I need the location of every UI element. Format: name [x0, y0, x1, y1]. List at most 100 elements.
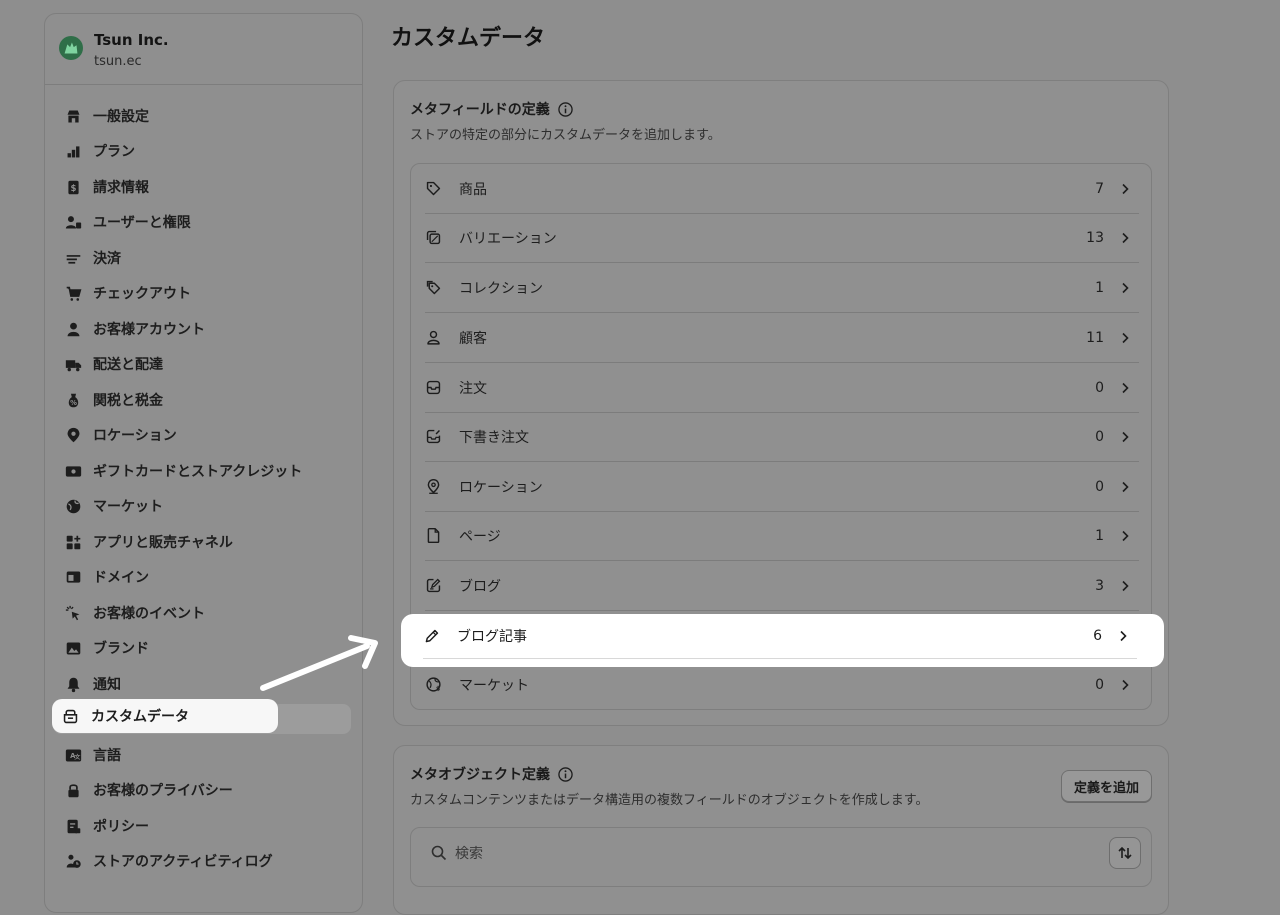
sidebar-item-payments[interactable]: 決済 [53, 243, 351, 273]
person-icon [64, 320, 82, 338]
search-placeholder: 検索 [455, 846, 483, 862]
blog-icon [425, 577, 443, 595]
variant-icon [425, 229, 443, 247]
sidebar-item-checkout[interactable]: チェックアウト [53, 278, 351, 308]
metafield-row-count: 11 [1086, 329, 1104, 346]
metafield-row-count: 13 [1086, 229, 1104, 246]
metafield-row-count: 6 [1093, 628, 1102, 644]
search-input[interactable]: 検索 [431, 843, 483, 863]
brand-icon [64, 639, 82, 657]
pencil-icon [423, 627, 441, 645]
metafield-row-label: ブログ記事 [457, 629, 527, 645]
policy-icon [64, 817, 82, 835]
sidebar-item-apps[interactable]: アプリと販売チャネル [53, 527, 351, 557]
metaobject-search: 検索 [410, 827, 1152, 887]
language-icon: A文 [64, 746, 82, 764]
sidebar-item-languages[interactable]: A文 言語 [53, 740, 351, 770]
search-icon [431, 845, 447, 861]
users-icon [64, 213, 82, 231]
sort-button[interactable] [1109, 837, 1141, 869]
sidebar-item-plan[interactable]: プラン [53, 136, 351, 166]
chevron-right-icon [1122, 481, 1129, 492]
sidebar-item-label: ロケーション [93, 428, 177, 444]
chevron-right-icon [1122, 232, 1129, 243]
metafield-row-label: 顧客 [459, 330, 487, 347]
sidebar-item-custom-data-highlight[interactable]: カスタムデータ [52, 699, 278, 733]
sidebar-item-customer-events[interactable]: お客様のイベント [53, 598, 351, 628]
metafield-row-pages[interactable]: ページ 1 [425, 511, 1139, 561]
sidebar-item-label: 関税と税金 [93, 393, 163, 409]
metaobjects-title-text: メタオブジェクト定義 [410, 767, 550, 783]
metafield-row-blog-posts[interactable]: ブログ記事 6 [401, 614, 1164, 667]
sidebar-item-privacy[interactable]: お客様のプライバシー [53, 775, 351, 805]
metafield-row-draft-orders[interactable]: 下書き注文 0 [425, 412, 1139, 462]
sort-icon [1118, 846, 1132, 860]
bell-icon [64, 675, 82, 693]
info-icon[interactable] [558, 101, 573, 117]
truck-icon [64, 355, 82, 373]
sidebar-item-customer-accounts[interactable]: お客様アカウント [53, 314, 351, 344]
store-logo-icon [59, 36, 83, 60]
globe-icon [64, 497, 82, 515]
metafield-row-count: 0 [1095, 478, 1104, 495]
store-name: Tsun Inc. [94, 31, 169, 49]
metafield-row-label: 商品 [459, 181, 487, 198]
sidebar-item-label: お客様のイベント [93, 606, 205, 622]
chevron-right-icon [1122, 580, 1129, 591]
metafield-row-label: 注文 [459, 380, 487, 397]
metafield-row-products[interactable]: 商品 7 [425, 164, 1139, 214]
metafield-row-count: 0 [1095, 379, 1104, 396]
sidebar-item-label: 一般設定 [93, 109, 149, 125]
sidebar-item-label: ブランド [93, 641, 149, 657]
sidebar-item-label: ギフトカードとストアクレジット [93, 464, 303, 480]
chevron-right-icon [1122, 282, 1129, 293]
location-icon [64, 426, 82, 444]
sidebar-item-locations[interactable]: ロケーション [53, 420, 351, 450]
sidebar-item-markets[interactable]: マーケット [53, 491, 351, 521]
lock-icon [64, 781, 82, 799]
info-icon[interactable] [558, 766, 573, 782]
sidebar-item-taxes[interactable]: % 関税と税金 [53, 385, 351, 415]
settings-sidebar: Tsun Inc. tsun.ec 一般設定 プラン $ 請求情報 ユーザーと権… [44, 13, 363, 913]
sidebar-item-label: マーケット [93, 499, 163, 515]
metafield-row-count: 1 [1095, 279, 1104, 296]
sidebar-item-label: プラン [93, 144, 135, 160]
metafield-row-label: マーケット [459, 677, 529, 694]
metafield-row-count: 0 [1095, 676, 1104, 693]
sidebar-item-gift-cards[interactable]: ギフトカードとストアクレジット [53, 456, 351, 486]
metafield-row-label: コレクション [459, 280, 543, 297]
metafield-row-blog-posts-content[interactable]: ブログ記事 6 [423, 614, 1137, 659]
plan-icon [64, 142, 82, 160]
chevron-right-icon [1122, 679, 1129, 690]
metafield-row-collections[interactable]: コレクション 1 [425, 263, 1139, 313]
sidebar-item-label: チェックアウト [93, 286, 191, 302]
metafield-row-label: バリエーション [459, 230, 557, 247]
page-icon [425, 527, 443, 545]
metafield-row-label: ページ [459, 528, 501, 545]
activity-log-icon [64, 852, 82, 870]
metafield-row-variants[interactable]: バリエーション 13 [425, 213, 1139, 263]
metafield-row-locations[interactable]: ロケーション 0 [425, 462, 1139, 512]
sidebar-item-shipping[interactable]: 配送と配達 [53, 349, 351, 379]
metafield-row-blogs[interactable]: ブログ 3 [425, 561, 1139, 611]
metafield-row-label: ロケーション [459, 479, 543, 496]
metafield-row-customers[interactable]: 顧客 11 [425, 313, 1139, 363]
person-icon [425, 329, 443, 347]
sidebar-item-domains[interactable]: ドメイン [53, 562, 351, 592]
sidebar-item-general[interactable]: 一般設定 [53, 101, 351, 131]
draft-order-icon [425, 428, 443, 446]
store-header[interactable]: Tsun Inc. tsun.ec [45, 14, 362, 85]
order-icon [425, 379, 443, 397]
sidebar-item-billing[interactable]: $ 請求情報 [53, 172, 351, 202]
sidebar-item-activity-log[interactable]: ストアのアクティビティログ [53, 846, 351, 876]
sidebar-item-users[interactable]: ユーザーと権限 [53, 207, 351, 237]
sidebar-item-label: アプリと販売チャネル [93, 535, 233, 551]
store-icon [64, 107, 82, 125]
sidebar-item-policies[interactable]: ポリシー [53, 811, 351, 841]
metafield-row-markets[interactable]: $ マーケット 0 [425, 660, 1139, 709]
metafield-row-orders[interactable]: 注文 0 [425, 363, 1139, 413]
cart-icon [64, 284, 82, 302]
add-definition-button[interactable]: 定義を追加 [1060, 770, 1152, 802]
sidebar-item-label: 決済 [93, 251, 121, 267]
chevron-right-icon [1122, 431, 1129, 442]
